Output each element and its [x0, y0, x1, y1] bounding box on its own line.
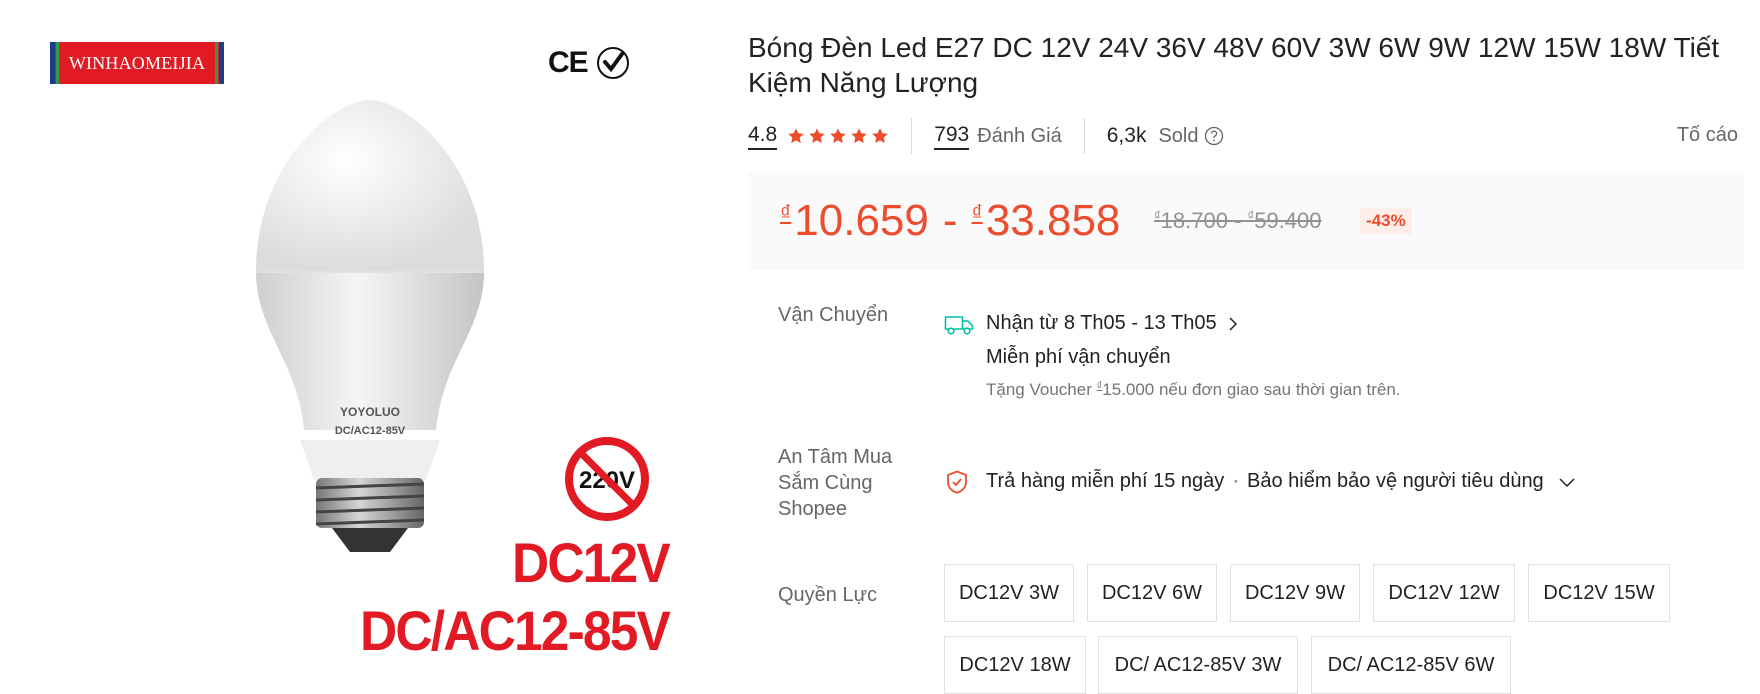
- sold-count: 6,3k: [1106, 124, 1147, 147]
- banner-dc12v: DC12V: [512, 531, 671, 594]
- chevron-down-icon: [1559, 477, 1575, 487]
- old-price-min: 18.700: [1160, 208, 1228, 233]
- certifications: CE: [548, 46, 630, 80]
- voucher-prefix: Tặng Voucher: [986, 380, 1097, 399]
- star-icon: [809, 128, 825, 144]
- product-image[interactable]: WINHAOMEIJIA CE YOYOLUO DC/AC12-85V DC12…: [0, 0, 700, 690]
- currency-symbol: ₫: [1154, 208, 1161, 223]
- old-price-max: 59.400: [1254, 208, 1322, 233]
- sold-label: Sold: [1158, 124, 1199, 147]
- price-min: 10.659: [794, 196, 929, 245]
- insurance-text: Bảo hiểm bảo vệ người tiêu dùng: [1246, 470, 1544, 492]
- guarantee-label-line1: An Tâm Mua: [778, 446, 893, 468]
- currency-symbol: ₫: [780, 200, 792, 225]
- brand-text: WINHAOMEIJIA: [68, 52, 206, 73]
- bulb-brand-label: YOYOLUO: [340, 405, 400, 419]
- price-section: ₫ 10.659 - ₫ 33.858 ₫18.700 - ₫59.400 -43%: [748, 172, 1744, 270]
- review-label: Đánh Giá: [977, 124, 1062, 147]
- voucher-rest: 15.000 nếu đơn giao sau thời gian trên.: [1102, 380, 1401, 399]
- variant-option[interactable]: DC12V 3W: [944, 564, 1074, 622]
- variant-option[interactable]: DC/ AC12-85V 3W: [1098, 636, 1298, 694]
- brand-logo: WINHAOMEIJIA: [50, 42, 224, 84]
- original-price: ₫18.700 - ₫59.400: [1154, 208, 1322, 233]
- star-icon: [788, 128, 804, 144]
- free-shipping: Miễn phí vận chuyển: [986, 346, 1171, 368]
- guarantee-label: An Tâm Mua Sắm Cùng Shopee: [778, 444, 892, 522]
- delivery-estimate[interactable]: Nhận từ 8 Th05 - 13 Th05: [986, 312, 1239, 335]
- bulb-illustration: YOYOLUO DC/AC12-85V: [256, 100, 484, 552]
- product-title: Bóng Đèn Led E27 DC 12V 24V 36V 48V 60V …: [748, 32, 1720, 98]
- help-icon[interactable]: [1204, 126, 1224, 146]
- voucher-note: Tặng Voucher ₫15.000 nếu đơn giao sau th…: [986, 380, 1401, 400]
- rohs-icon: [596, 47, 629, 79]
- shield-icon: [947, 470, 967, 494]
- no-220v-icon: 220V: [565, 437, 649, 521]
- report-link[interactable]: Tố cáo: [1677, 124, 1738, 147]
- guarantee-label-line2: Sắm Cùng: [778, 472, 873, 494]
- currency-symbol: ₫: [971, 200, 983, 225]
- bulb-model-label: DC/AC12-85V: [335, 425, 406, 437]
- shipping-label: Vận Chuyển: [778, 304, 889, 326]
- star-icon: [830, 128, 846, 144]
- price-dash: -: [942, 196, 958, 245]
- ce-mark: CE: [548, 46, 589, 79]
- price-range: ₫ 10.659 - ₫ 33.858: [780, 196, 1120, 246]
- delivery-text: Nhận từ 8 Th05 - 13 Th05: [986, 312, 1217, 334]
- banner-dcac: DC/AC12-85V: [360, 599, 671, 662]
- truck-icon: [944, 316, 974, 335]
- variant-option[interactable]: DC/ AC12-85V 6W: [1311, 636, 1511, 694]
- chevron-right-icon: [1229, 316, 1237, 331]
- discount-badge: -43%: [1360, 208, 1412, 234]
- rating-stars: [787, 127, 889, 145]
- star-icon: [872, 128, 888, 144]
- rating-value[interactable]: 4.8: [748, 123, 778, 150]
- variant-label: Quyền Lực: [778, 584, 877, 606]
- variant-option[interactable]: DC12V 9W: [1230, 564, 1360, 622]
- star-icon: [851, 128, 867, 144]
- variant-option[interactable]: DC12V 6W: [1087, 564, 1217, 622]
- guarantee-details[interactable]: Trả hàng miễn phí 15 ngày · Bảo hiểm bảo…: [986, 470, 1576, 493]
- variant-option[interactable]: DC12V 15W: [1528, 564, 1670, 622]
- variant-option[interactable]: DC12V 18W: [944, 636, 1086, 694]
- return-policy: Trả hàng miễn phí 15 ngày: [986, 470, 1225, 492]
- product-meta: 4.8 793 Đánh Giá 6,3k Sold: [748, 118, 1224, 154]
- divider: [1083, 118, 1085, 154]
- price-max: 33.858: [985, 196, 1121, 245]
- variant-option[interactable]: DC12V 12W: [1373, 564, 1515, 622]
- divider: [911, 118, 913, 154]
- review-count[interactable]: 793: [934, 123, 970, 150]
- guarantee-label-line3: Shopee: [778, 498, 847, 520]
- separator-dot: ·: [1232, 470, 1239, 492]
